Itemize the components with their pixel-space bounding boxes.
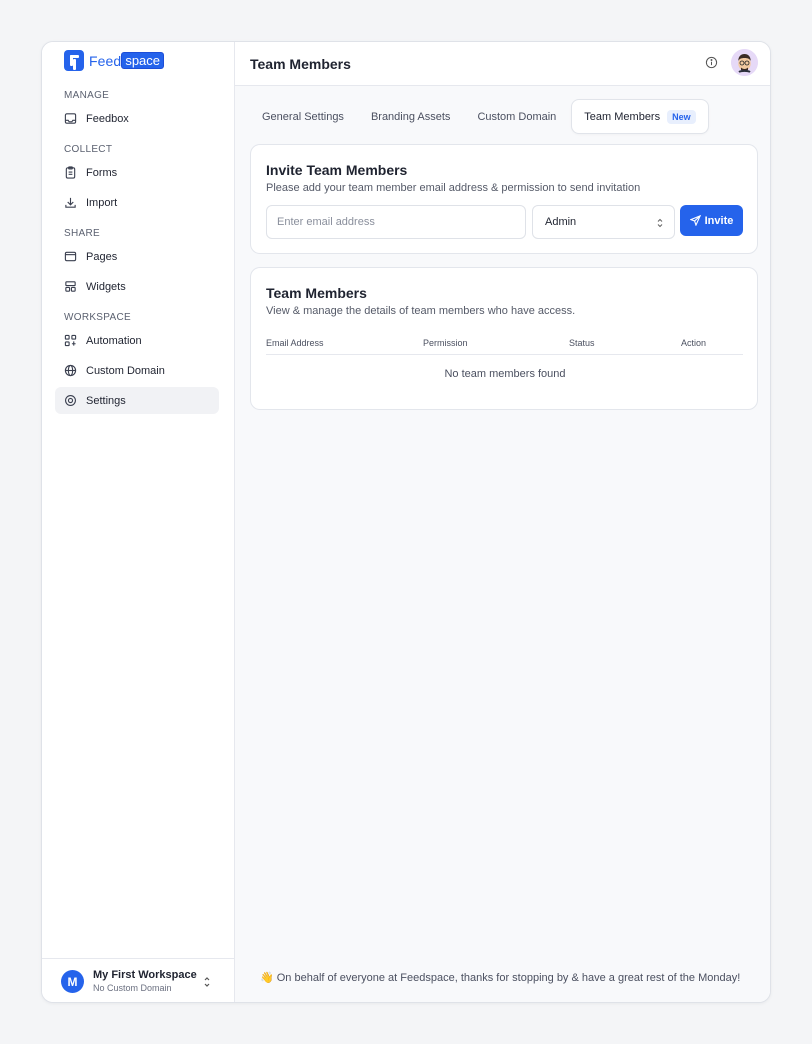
column-header-action: Action bbox=[681, 338, 707, 348]
section-label-collect: COLLECT bbox=[64, 144, 113, 155]
main-content: Team Members General Settings Branding A… bbox=[235, 42, 770, 1002]
sidebar-item-label: Automation bbox=[86, 334, 142, 347]
sidebar-item-forms[interactable]: Forms bbox=[55, 159, 219, 186]
sidebar-item-label: Import bbox=[86, 196, 118, 209]
footer-message: 👋 On behalf of everyone at Feedspace, th… bbox=[260, 972, 741, 984]
table-divider bbox=[266, 354, 743, 355]
settings-icon bbox=[64, 394, 77, 407]
workspace-domain: No Custom Domain bbox=[93, 983, 172, 993]
column-header-permission: Permission bbox=[423, 338, 468, 348]
chevron-up-down-icon bbox=[656, 217, 664, 229]
workspace-avatar: M bbox=[61, 970, 84, 993]
sidebar-item-label: Forms bbox=[86, 166, 118, 179]
app-window: Feed space MANAGE Feedbox COLLECT Forms … bbox=[41, 41, 771, 1003]
invite-card: Invite Team Members Please add your team… bbox=[250, 144, 758, 254]
sidebar-item-feedbox[interactable]: Feedbox bbox=[55, 105, 219, 132]
user-avatar[interactable] bbox=[731, 49, 758, 76]
invite-title: Invite Team Members bbox=[266, 162, 408, 178]
column-header-status: Status bbox=[569, 338, 595, 348]
tab-general-settings[interactable]: General Settings bbox=[250, 99, 356, 134]
permission-value: Admin bbox=[545, 216, 577, 228]
widgets-icon bbox=[64, 280, 77, 293]
chevron-up-down-icon bbox=[202, 975, 212, 989]
sidebar-item-label: Widgets bbox=[86, 280, 126, 293]
brand-name-feed: Feed bbox=[89, 52, 122, 69]
new-badge: New bbox=[667, 109, 696, 124]
empty-state-message: No team members found bbox=[444, 368, 566, 380]
sidebar-item-custom-domain[interactable]: Custom Domain bbox=[55, 357, 219, 384]
invite-button[interactable]: Invite bbox=[680, 205, 743, 236]
sidebar-item-widgets[interactable]: Widgets bbox=[55, 273, 219, 300]
workspace-switcher[interactable]: M My First Workspace No Custom Domain bbox=[42, 958, 235, 1002]
page-title: Team Members bbox=[250, 55, 351, 72]
settings-tabs: General Settings Branding Assets Custom … bbox=[250, 99, 712, 134]
workspace-name: My First Workspace bbox=[93, 969, 197, 981]
sidebar-item-label: Custom Domain bbox=[86, 364, 165, 377]
members-title: Team Members bbox=[266, 285, 367, 301]
feedspace-logo-icon bbox=[64, 50, 84, 71]
automation-icon bbox=[64, 334, 77, 347]
members-subtitle: View & manage the details of team member… bbox=[266, 305, 576, 317]
section-label-workspace: WORKSPACE bbox=[64, 312, 131, 323]
send-icon bbox=[689, 215, 701, 226]
sidebar-item-label: Pages bbox=[86, 250, 118, 263]
tab-custom-domain[interactable]: Custom Domain bbox=[465, 99, 568, 134]
team-members-card: Team Members View & manage the details o… bbox=[250, 267, 758, 410]
globe-icon bbox=[64, 364, 77, 377]
invite-subtitle: Please add your team member email addres… bbox=[266, 182, 641, 194]
top-bar: Team Members bbox=[235, 42, 770, 86]
browser-icon bbox=[64, 250, 77, 263]
column-header-email: Email Address bbox=[266, 338, 324, 348]
invite-button-label: Invite bbox=[704, 214, 734, 227]
section-label-manage: MANAGE bbox=[64, 90, 110, 101]
clipboard-icon bbox=[64, 166, 77, 179]
inbox-icon bbox=[64, 112, 77, 125]
tab-label: Team Members bbox=[584, 110, 661, 123]
download-icon bbox=[64, 196, 77, 209]
sidebar: Feed space MANAGE Feedbox COLLECT Forms … bbox=[42, 42, 235, 1002]
section-label-share: SHARE bbox=[64, 228, 100, 239]
sidebar-item-pages[interactable]: Pages bbox=[55, 243, 219, 270]
sidebar-item-settings[interactable]: Settings bbox=[55, 387, 219, 414]
brand-name-space: space bbox=[121, 52, 165, 69]
tab-branding-assets[interactable]: Branding Assets bbox=[359, 99, 463, 134]
tab-team-members[interactable]: Team Members New bbox=[571, 99, 709, 134]
sidebar-item-import[interactable]: Import bbox=[55, 189, 219, 216]
sidebar-item-automation[interactable]: Automation bbox=[55, 327, 219, 354]
info-icon[interactable] bbox=[705, 56, 718, 69]
email-input[interactable] bbox=[266, 205, 526, 239]
brand-logo[interactable]: Feed space bbox=[64, 50, 165, 71]
sidebar-item-label: Feedbox bbox=[86, 112, 129, 125]
sidebar-item-label: Settings bbox=[86, 394, 126, 407]
permission-select[interactable]: Admin bbox=[532, 205, 675, 239]
